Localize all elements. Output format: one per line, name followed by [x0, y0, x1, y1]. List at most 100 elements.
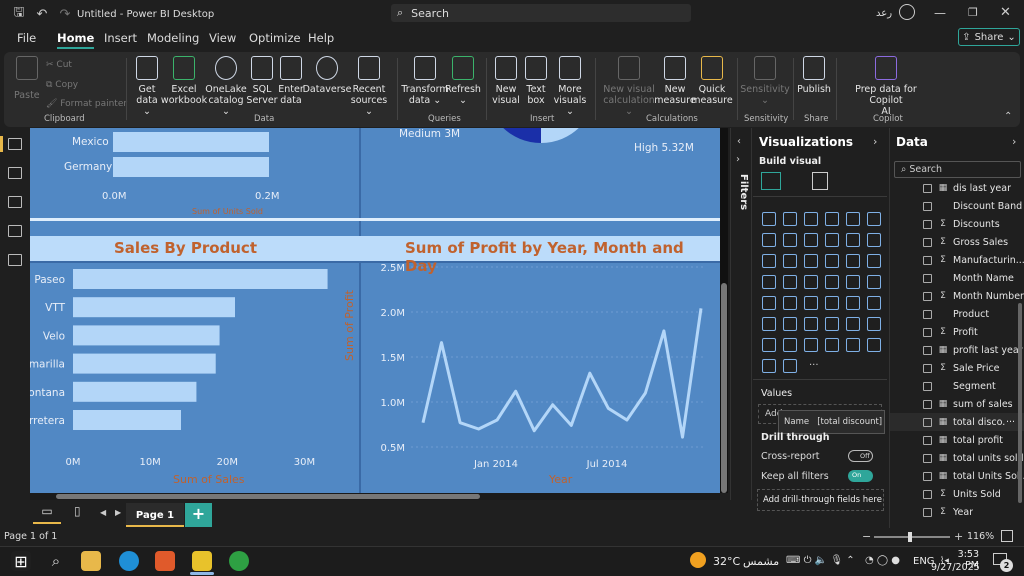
power-bi-icon[interactable]: [192, 551, 212, 571]
field-item[interactable]: Σ Units Sold: [890, 485, 1024, 503]
visual-type-icon[interactable]: [762, 296, 776, 310]
field-item[interactable]: ▦ total Units Sol...: [890, 467, 1024, 485]
model-view-icon[interactable]: [8, 196, 22, 208]
checkbox[interactable]: [923, 417, 932, 427]
visual-type-icon[interactable]: [804, 233, 818, 247]
checkbox[interactable]: [923, 183, 932, 193]
more-icon[interactable]: ···: [809, 360, 819, 371]
scroll-thumb[interactable]: [1018, 303, 1022, 503]
visual-type-icon[interactable]: [804, 254, 818, 268]
windows-start-icon[interactable]: ⊞: [11, 551, 31, 571]
report-canvas[interactable]: Mexico Germany 0.0M 0.2M Sum of Units So…: [30, 128, 720, 493]
donut-slice-high[interactable]: [541, 128, 596, 143]
visual-type-icon[interactable]: [762, 338, 776, 352]
bar[interactable]: [73, 410, 181, 430]
checkbox[interactable]: [923, 363, 932, 373]
recent-sources-button[interactable]: Recent sources ⌄: [349, 56, 389, 117]
checkbox[interactable]: [923, 471, 932, 481]
onelake-button[interactable]: OneLake catalog ⌄: [205, 56, 247, 117]
visual-type-icon[interactable]: [846, 338, 860, 352]
bar[interactable]: [73, 297, 235, 318]
field-item[interactable]: Σ Gross Sales: [890, 233, 1024, 251]
minimize-button[interactable]: —: [934, 6, 946, 20]
format-visual-tab-icon[interactable]: [812, 172, 828, 190]
more-options-icon[interactable]: ···: [1006, 417, 1015, 428]
checkbox[interactable]: [923, 219, 932, 229]
visual-type-icon[interactable]: [783, 338, 797, 352]
menu-home[interactable]: Home: [57, 31, 95, 49]
visual-type-icon[interactable]: [762, 359, 776, 373]
sensitivity-button[interactable]: Sensitivity ⌄: [740, 56, 790, 106]
visual-type-icon[interactable]: [804, 338, 818, 352]
get-data-button[interactable]: Get data ⌄: [132, 56, 162, 117]
field-item[interactable]: Σ Discounts: [890, 215, 1024, 233]
checkbox[interactable]: [923, 345, 932, 355]
expand-icon[interactable]: ›: [1012, 135, 1016, 148]
checkbox[interactable]: [923, 309, 932, 319]
format-painter-button[interactable]: 🖌 Format painter: [46, 99, 127, 109]
close-button[interactable]: ✕: [1000, 5, 1011, 20]
field-item[interactable]: ▦ profit last year: [890, 341, 1024, 359]
visual-type-icon[interactable]: [762, 233, 776, 247]
field-item[interactable]: ▦ sum of sales: [890, 395, 1024, 413]
visual-type-icon[interactable]: [804, 275, 818, 289]
visual-type-icon[interactable]: [825, 275, 839, 289]
filters-label[interactable]: Filters: [738, 174, 749, 210]
chrome-icon[interactable]: [229, 551, 249, 571]
zoom-in-icon[interactable]: +: [954, 530, 963, 543]
filters-pane-collapsed[interactable]: ‹ › Filters: [730, 128, 752, 528]
tab-page-1[interactable]: Page 1: [126, 503, 184, 527]
expand-icon[interactable]: ›: [736, 154, 740, 165]
visual-type-icon[interactable]: [783, 359, 797, 373]
checkbox[interactable]: [923, 237, 932, 247]
checkbox[interactable]: [923, 327, 932, 337]
checkbox[interactable]: [923, 507, 932, 517]
field-item[interactable]: Segment: [890, 377, 1024, 395]
build-visual-tab-icon[interactable]: [761, 172, 781, 190]
desktop-layout-icon[interactable]: ▭: [33, 504, 61, 524]
add-page-button[interactable]: +: [185, 503, 212, 527]
menu-modeling[interactable]: Modeling: [147, 31, 199, 45]
redo-icon[interactable]: ↷: [56, 5, 74, 23]
menu-view[interactable]: View: [209, 31, 236, 45]
quick-measure-button[interactable]: Quick measure: [691, 56, 733, 106]
field-item[interactable]: Month Name: [890, 269, 1024, 287]
visual-type-icon[interactable]: [783, 317, 797, 331]
checkbox[interactable]: [923, 255, 932, 265]
visual-type-icon[interactable]: [846, 233, 860, 247]
menu-file[interactable]: File: [17, 31, 36, 45]
expand-icon[interactable]: ›: [873, 135, 877, 148]
edge-icon[interactable]: [119, 551, 139, 571]
data-search-input[interactable]: ⌕ Search: [894, 161, 1021, 178]
field-item[interactable]: Σ Month Number: [890, 287, 1024, 305]
new-measure-button[interactable]: New measure: [654, 56, 696, 106]
series-line[interactable]: [421, 308, 703, 439]
tray-icons[interactable]: ⌨ ⏻ 🔈 🎙 ⌃: [786, 555, 855, 566]
new-visual-calc-button[interactable]: New visual calculation ⌄: [601, 56, 657, 117]
visual-type-icon[interactable]: [846, 317, 860, 331]
visual-type-icon[interactable]: [762, 317, 776, 331]
checkbox[interactable]: [923, 291, 932, 301]
dax-query-icon[interactable]: [8, 225, 22, 237]
dataverse-button[interactable]: Dataverse: [303, 56, 351, 95]
menu-help[interactable]: Help: [308, 31, 334, 45]
profit-line-chart[interactable]: 2.5M 2.0M 1.5M 1.0M 0.5M Jan 2014 Jul 2014: [361, 263, 720, 493]
avatar[interactable]: [899, 4, 915, 20]
weather-label[interactable]: مشمس: [743, 555, 779, 568]
menu-insert[interactable]: Insert: [104, 31, 137, 45]
visual-type-icon[interactable]: [783, 212, 797, 226]
sales-by-product-chart[interactable]: Paseo VTT Velo Amarilla Montana Carretera 0M 10…: [30, 268, 359, 493]
visual-type-icon[interactable]: [846, 296, 860, 310]
checkbox[interactable]: [923, 489, 932, 499]
new-visual-button[interactable]: New visual: [492, 56, 520, 106]
bar[interactable]: [73, 269, 328, 289]
collapse-icon[interactable]: ‹: [737, 136, 741, 147]
visual-type-icon[interactable]: [867, 233, 881, 247]
visual-type-icon[interactable]: [762, 254, 776, 268]
visual-type-icon[interactable]: [762, 212, 776, 226]
share-button[interactable]: ⇪ Share ⌄: [958, 28, 1020, 46]
checkbox[interactable]: [923, 399, 932, 409]
enter-data-button[interactable]: Enter data: [278, 56, 304, 106]
visual-type-icon[interactable]: [846, 254, 860, 268]
field-item[interactable]: ▦ total units sold: [890, 449, 1024, 467]
